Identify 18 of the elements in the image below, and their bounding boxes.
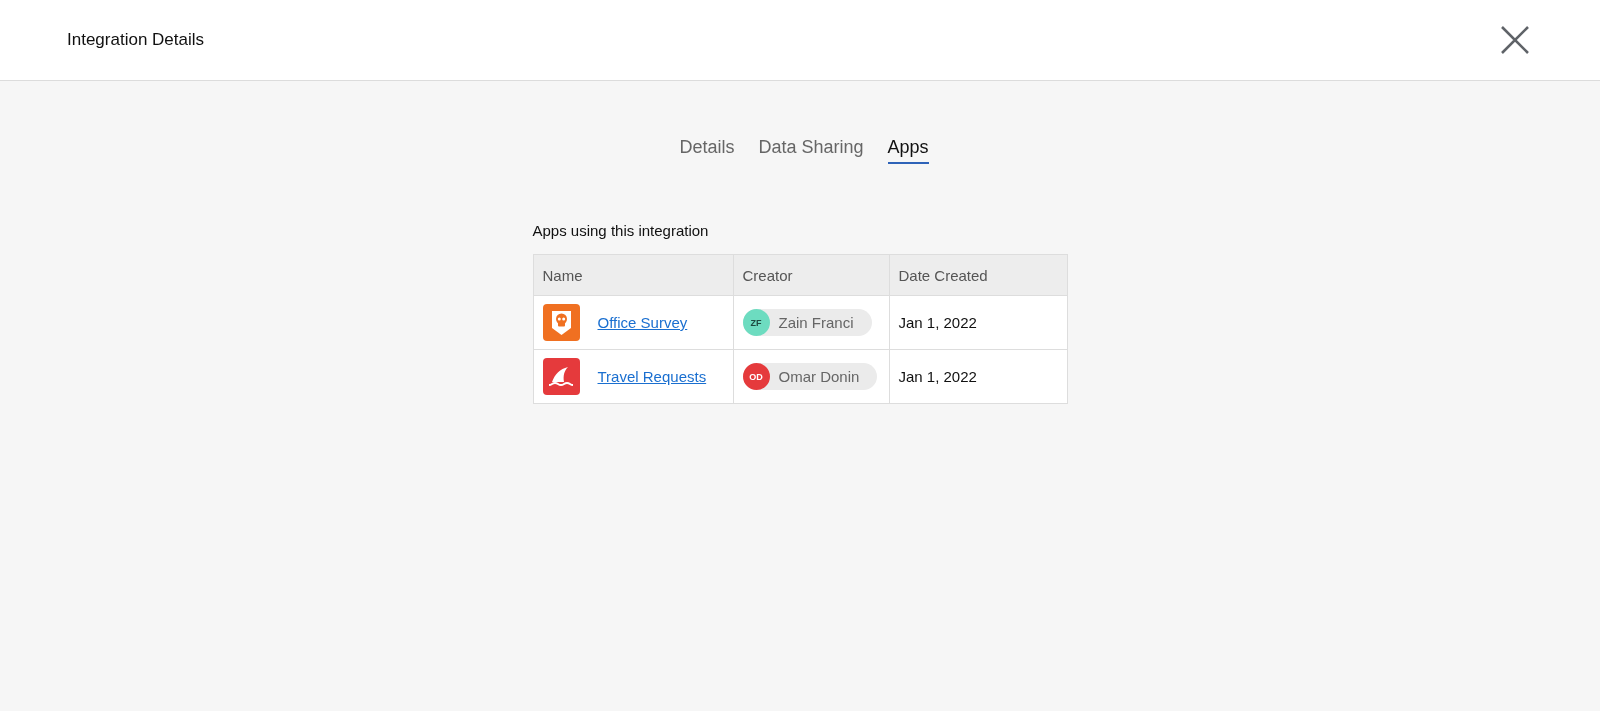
close-icon <box>1500 25 1530 55</box>
column-header: Date Created <box>889 254 1067 296</box>
table-cell: Jan 1, 2022 <box>889 295 1067 350</box>
tab[interactable]: Details <box>679 137 735 164</box>
creator-name: Omar Donin <box>778 368 860 385</box>
tab[interactable]: Apps <box>887 137 929 164</box>
close-button[interactable] <box>1500 25 1530 55</box>
avatar: ZF <box>742 309 770 336</box>
column-header: Creator <box>733 254 889 296</box>
creator-name: Zain Franci <box>778 314 854 331</box>
app-link[interactable]: Travel Requests <box>597 368 707 385</box>
section-title: Apps using this integration <box>532 222 710 239</box>
tab[interactable]: Data Sharing <box>758 137 864 164</box>
column-header: Name <box>533 254 733 296</box>
table-cell: Jan 1, 2022 <box>889 349 1067 404</box>
avatar: OD <box>742 363 770 390</box>
page-title: Integration Details <box>67 30 205 50</box>
app-link[interactable]: Office Survey <box>597 314 688 331</box>
